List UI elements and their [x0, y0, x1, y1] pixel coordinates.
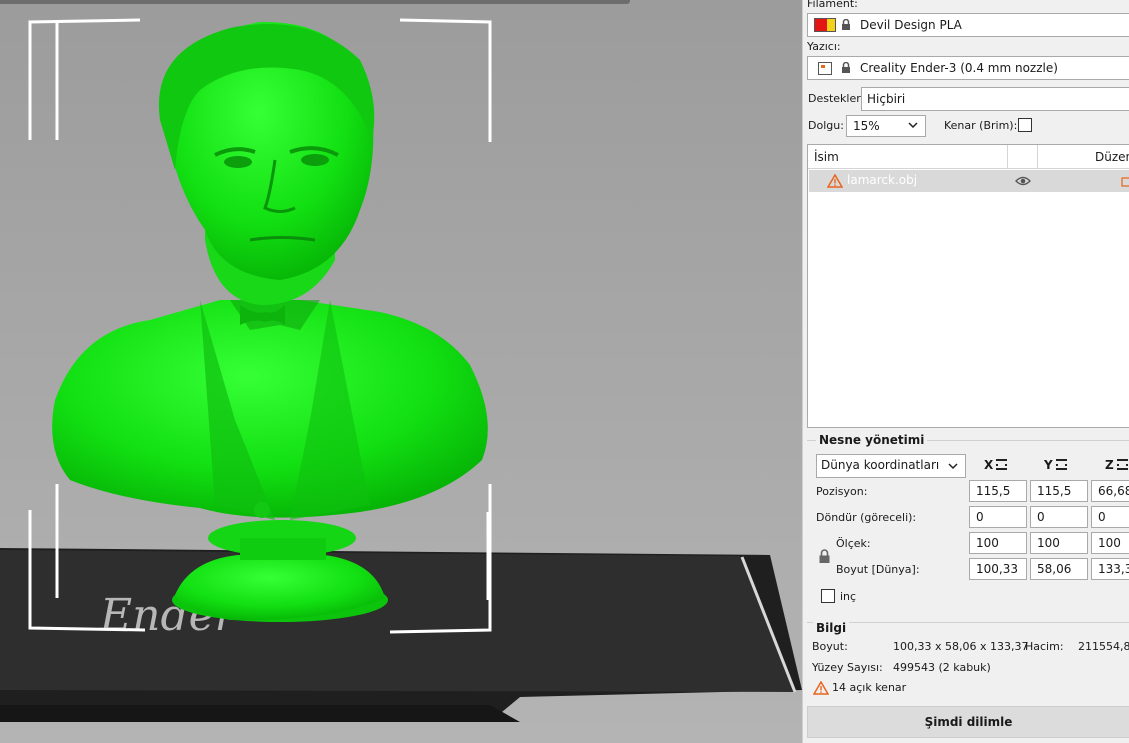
- position-label: Pozisyon:: [816, 485, 868, 498]
- info-facets-label: Yüzey Sayısı:: [812, 661, 883, 674]
- info-size-value: 100,33 x 58,06 x 133,37: [893, 640, 1029, 653]
- chevron-down-icon: [948, 463, 958, 470]
- printer-label: Yazıcı:: [807, 40, 841, 53]
- info-volume-label: Hacim:: [1025, 640, 1064, 653]
- object-list-header: İsim Düzenl: [808, 145, 1129, 169]
- inches-label: inç: [840, 590, 857, 603]
- position-y-input[interactable]: 115,5: [1030, 480, 1088, 502]
- bust-model[interactable]: [52, 21, 488, 622]
- axis-y-header: Y: [1044, 458, 1067, 472]
- rotate-label: Döndür (göreceli):: [816, 511, 917, 524]
- supports-label: Destekler:: [808, 92, 865, 105]
- 3d-viewport[interactable]: Ender: [0, 0, 802, 743]
- lock-icon: [842, 62, 850, 73]
- info-title: Bilgi: [813, 621, 850, 635]
- axis-z-header: Z: [1105, 458, 1128, 472]
- position-x-input[interactable]: 115,5: [969, 480, 1027, 502]
- brim-label: Kenar (Brim):: [944, 119, 1018, 132]
- rotate-z-input[interactable]: 0: [1091, 506, 1129, 528]
- info-size-label: Boyut:: [812, 640, 848, 653]
- warning-icon: [813, 681, 829, 695]
- printer-select[interactable]: Creality Ender-3 (0.4 mm nozzle): [807, 56, 1129, 80]
- size-z-input[interactable]: 133,37: [1091, 558, 1129, 580]
- filament-name: Devil Design PLA: [860, 18, 962, 32]
- position-z-input[interactable]: 66,68: [1091, 480, 1129, 502]
- object-list[interactable]: İsim Düzenl lamarck.obj: [807, 144, 1129, 428]
- inches-checkbox[interactable]: [821, 589, 835, 603]
- chevron-down-icon: [908, 122, 918, 129]
- axis-x-header: X: [984, 458, 1008, 472]
- filament-select[interactable]: Devil Design PLA: [807, 13, 1129, 37]
- settings-panel: Filament: Devil Design PLA Yazıcı: Creal…: [802, 0, 1129, 743]
- size-x-input[interactable]: 100,33: [969, 558, 1027, 580]
- edit-icon[interactable]: [1121, 175, 1129, 187]
- brim-checkbox[interactable]: [1018, 118, 1032, 132]
- size-label: Boyut [Dünya]:: [836, 563, 920, 576]
- object-name: lamarck.obj: [847, 173, 918, 187]
- scale-y-input[interactable]: 100: [1030, 532, 1088, 554]
- printer-icon: [818, 62, 832, 75]
- rotate-x-input[interactable]: 0: [969, 506, 1027, 528]
- info-facets-value: 499543 (2 kabuk): [893, 661, 991, 674]
- size-y-input[interactable]: 58,06: [1030, 558, 1088, 580]
- supports-select[interactable]: Hiçbiri: [861, 87, 1129, 111]
- coordinate-mode-select[interactable]: Dünya koordinatları: [816, 454, 966, 478]
- infill-label: Dolgu:: [808, 119, 844, 132]
- infill-value: 15%: [853, 119, 880, 133]
- scene-canvas: Ender: [0, 18, 802, 722]
- scale-lock-icon[interactable]: [818, 549, 831, 564]
- scale-x-input[interactable]: 100: [969, 532, 1027, 554]
- scale-z-input[interactable]: 100: [1091, 532, 1129, 554]
- slice-now-button[interactable]: Şimdi dilimle: [807, 706, 1129, 738]
- infill-combo[interactable]: 15%: [846, 115, 926, 137]
- object-manipulation-group: Nesne yönetimi: [807, 433, 1129, 447]
- info-group: Bilgi: [807, 621, 1129, 635]
- supports-value: Hiçbiri: [867, 92, 906, 106]
- open-edges-text: 14 açık kenar: [832, 681, 907, 694]
- eye-icon[interactable]: [1015, 175, 1031, 187]
- scale-label: Ölçek:: [836, 537, 871, 550]
- info-volume-value: 211554,81: [1078, 640, 1129, 653]
- lock-icon: [842, 19, 850, 30]
- group-title: Nesne yönetimi: [816, 433, 928, 447]
- column-name[interactable]: İsim: [814, 150, 839, 164]
- coordinate-mode-value: Dünya koordinatları: [821, 458, 940, 472]
- printer-name: Creality Ender-3 (0.4 mm nozzle): [860, 61, 1058, 75]
- warning-icon: [827, 174, 843, 188]
- table-row[interactable]: lamarck.obj: [809, 170, 1129, 192]
- column-edit[interactable]: Düzenl: [1095, 150, 1129, 164]
- filament-color-swatch: [814, 18, 836, 32]
- rotate-y-input[interactable]: 0: [1030, 506, 1088, 528]
- filament-label: Filament:: [807, 0, 858, 10]
